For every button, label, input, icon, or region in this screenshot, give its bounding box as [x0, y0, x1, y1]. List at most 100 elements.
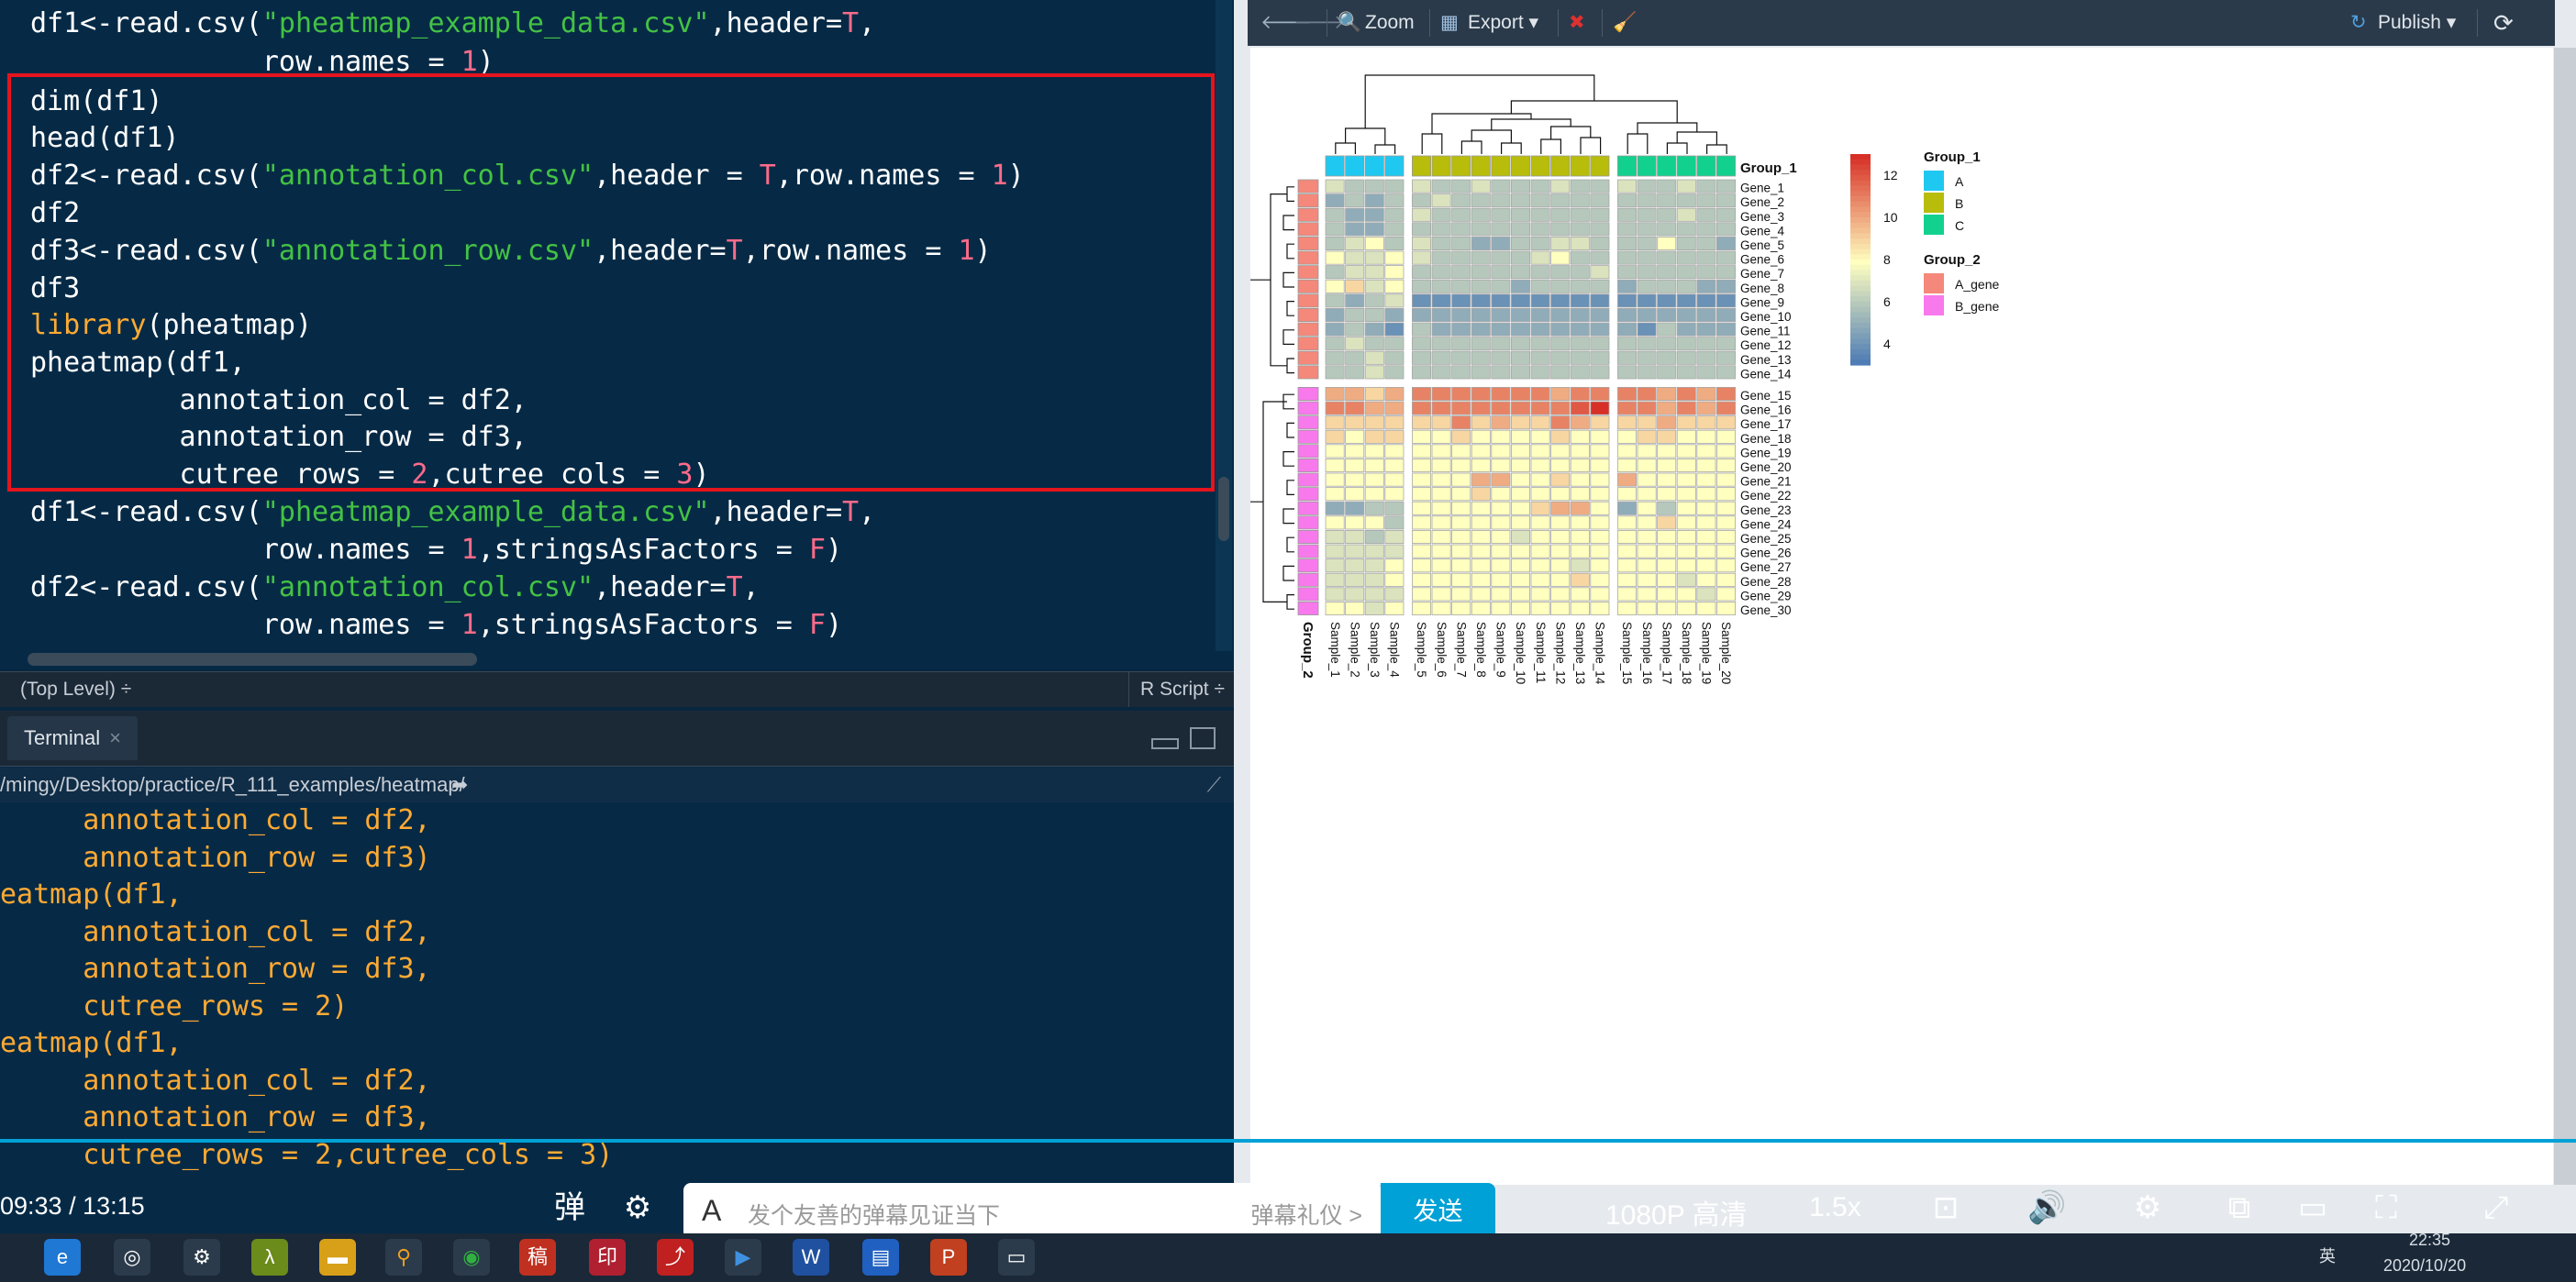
heatmap-cell	[1451, 429, 1471, 444]
heatmap-cell	[1570, 558, 1590, 573]
heatmap-cell	[1657, 207, 1677, 222]
close-icon[interactable]: ×	[109, 726, 121, 749]
powerpoint-icon[interactable]: P	[930, 1239, 967, 1276]
heatmap-cell	[1657, 401, 1677, 415]
heatmap-cell	[1364, 587, 1384, 602]
app-blue-icon[interactable]: ▶	[725, 1239, 761, 1276]
col-annotation-cell	[1431, 155, 1451, 177]
heatmap-cell	[1411, 558, 1431, 573]
gene-label: Gene_1	[1740, 182, 1784, 195]
clear-all-broom-icon[interactable]: 🧹	[1613, 0, 1637, 46]
quality-selector[interactable]: 1080P 高清	[1605, 1192, 1748, 1232]
clear-console-icon[interactable]: ⟋	[1207, 768, 1221, 802]
pdf-icon[interactable]: ⤴	[657, 1239, 694, 1276]
app-red-icon[interactable]: 稿	[519, 1239, 556, 1276]
heatmap-cell	[1345, 501, 1365, 515]
remove-plot-icon[interactable]: ✖	[1569, 0, 1585, 46]
goto-directory-icon[interactable]: ➦	[451, 768, 468, 802]
ime-indicator[interactable]: 英	[2319, 1243, 2336, 1267]
heatmap-cell	[1491, 236, 1511, 250]
heatmap-cell	[1616, 587, 1637, 602]
group2-legend-swatch	[1924, 295, 1944, 315]
heatmap-cell	[1451, 207, 1471, 222]
heatmap-cell	[1364, 365, 1384, 380]
row-annotation-cell	[1297, 265, 1319, 280]
code-line[interactable]: df1<-read.csv("pheatmap_example_data.csv…	[30, 494, 875, 531]
scrollbar-thumb[interactable]	[1218, 477, 1229, 541]
subtitle-icon[interactable]: ⊡	[1926, 1188, 1965, 1227]
danmu-etiquette-link[interactable]: 弹幕礼仪 >	[1250, 1198, 1362, 1231]
heatmap-cell	[1616, 415, 1637, 430]
viewer-scrollbar[interactable]	[2554, 48, 2576, 1185]
speed-selector[interactable]: 1.5x	[1809, 1192, 1861, 1223]
color-legend-step	[1850, 264, 1871, 271]
editor-vertical-scrollbar[interactable]	[1216, 0, 1232, 651]
lambda-app-icon[interactable]: λ	[251, 1239, 288, 1276]
heatmap-cell	[1510, 337, 1530, 351]
settings-app-icon[interactable]: ⚙	[183, 1239, 220, 1276]
console-line: cutree_rows = 2)	[0, 989, 349, 1022]
search-app-icon[interactable]: ⚲	[385, 1239, 422, 1276]
volume-icon[interactable]: 🔊	[2027, 1188, 2066, 1227]
danmu-toggle-icon[interactable]: 弹	[550, 1188, 589, 1227]
heatmap-cell	[1676, 415, 1696, 430]
col-annotation-cell	[1590, 155, 1610, 177]
zoom-button[interactable]: Zoom	[1365, 0, 1415, 46]
heatmap-cell	[1510, 365, 1530, 380]
app-icon[interactable]: ◎	[114, 1239, 150, 1276]
widescreen-icon[interactable]: ▭	[2293, 1188, 2332, 1227]
heatmap-cell	[1431, 401, 1451, 415]
clock-date[interactable]: 2020/10/20	[2383, 1256, 2466, 1276]
heatmap-cell	[1431, 472, 1451, 487]
tab-terminal[interactable]: Terminal ×	[7, 716, 138, 760]
heatmap-cell	[1411, 572, 1431, 587]
danmu-settings-icon[interactable]: ⚙	[618, 1188, 657, 1227]
app-red2-icon[interactable]: 印	[589, 1239, 626, 1276]
danmu-input[interactable]: A 发个友善的弹幕见证当下 弹幕礼仪 >	[683, 1183, 1381, 1240]
web-fullscreen-icon[interactable]: ⛶	[2367, 1188, 2405, 1227]
minimize-pane-icon[interactable]	[1151, 738, 1179, 749]
row-annotation-cell	[1297, 501, 1319, 515]
heatmap-cell	[1530, 322, 1550, 337]
fullscreen-icon[interactable]: ⤢	[2477, 1188, 2515, 1227]
editor-horizontal-scrollbar[interactable]	[28, 653, 477, 666]
code-line[interactable]: df1<-read.csv("pheatmap_example_data.csv…	[30, 6, 875, 42]
app-misc-icon[interactable]: ▭	[998, 1239, 1035, 1276]
video-progress-bar[interactable]	[0, 1139, 2576, 1143]
heatmap-cell	[1570, 530, 1590, 545]
clock-time[interactable]: 22:35	[2409, 1231, 2450, 1250]
filetype-selector[interactable]: R Script ÷	[1127, 672, 1225, 707]
heatmap-cell	[1676, 487, 1696, 502]
heatmap-cell	[1676, 222, 1696, 237]
heatmap-cell	[1637, 207, 1657, 222]
col-annotation-cell	[1676, 155, 1696, 177]
heatmap-cell	[1530, 444, 1550, 459]
scope-selector[interactable]: (Top Level) ÷	[20, 672, 131, 707]
group1-legend-swatch	[1924, 171, 1944, 191]
picture-in-picture-icon[interactable]: ⧉	[2220, 1188, 2259, 1227]
code-line[interactable]: row.names = 1,stringsAsFactors = F)	[30, 607, 842, 644]
heatmap-cell	[1451, 487, 1471, 502]
settings-gear-icon[interactable]: ⚙	[2128, 1188, 2167, 1227]
heatmap-cell	[1696, 265, 1716, 280]
export-button[interactable]: Export ▾	[1468, 0, 1538, 46]
code-line[interactable]: df2<-read.csv("annotation_col.csv",heade…	[30, 569, 760, 606]
heatmap-cell	[1530, 458, 1550, 472]
app-blue2-icon[interactable]: ▤	[862, 1239, 899, 1276]
text-style-icon[interactable]: A	[702, 1194, 721, 1228]
sample-label: Sample_1	[1328, 622, 1342, 678]
refresh-icon[interactable]: ⟳	[2493, 0, 2514, 46]
maximize-pane-icon[interactable]	[1190, 727, 1216, 749]
heatmap-cell	[1676, 458, 1696, 472]
code-line[interactable]: row.names = 1,stringsAsFactors = F)	[30, 532, 842, 569]
send-danmu-button[interactable]: 发送	[1381, 1183, 1495, 1240]
file-explorer-icon[interactable]: ▬	[319, 1239, 356, 1276]
heatmap-cell	[1530, 222, 1550, 237]
edge-browser-icon[interactable]: e	[44, 1239, 81, 1276]
heatmap-cell	[1431, 293, 1451, 308]
word-icon[interactable]: W	[793, 1239, 829, 1276]
chrome-icon[interactable]: ◉	[453, 1239, 490, 1276]
publish-button[interactable]: Publish ▾	[2378, 0, 2456, 46]
heatmap-cell	[1550, 307, 1571, 322]
heatmap-cell	[1616, 558, 1637, 573]
